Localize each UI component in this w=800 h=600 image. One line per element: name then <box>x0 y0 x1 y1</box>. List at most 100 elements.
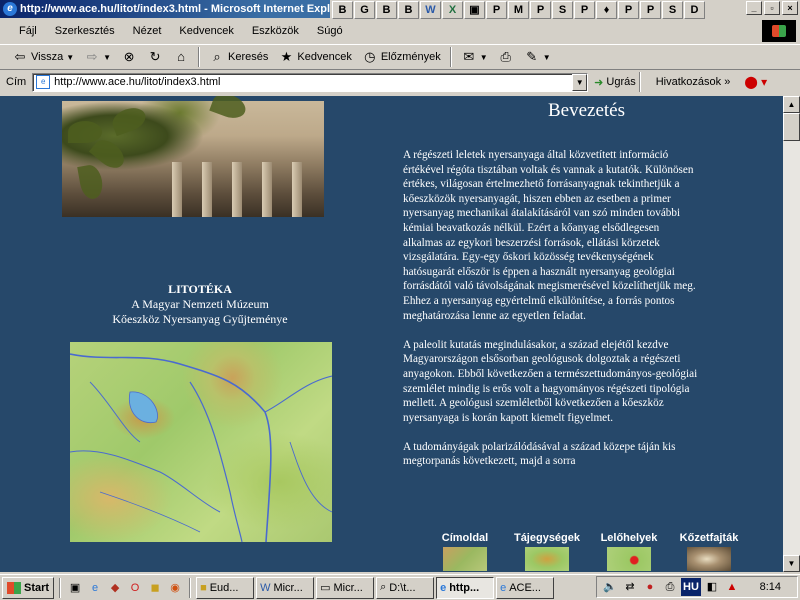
edit-button[interactable]: ✎ ▼ <box>520 47 555 67</box>
chevron-down-icon[interactable]: ▼ <box>543 53 551 62</box>
nav-regions-label[interactable]: Tájegységek <box>512 532 582 544</box>
vertical-scrollbar[interactable]: ▲ ▼ <box>783 96 800 572</box>
media-icon[interactable]: ◉ <box>166 579 184 597</box>
address-input[interactable]: e http://www.ace.hu/litot/index3.html ▼ <box>32 72 589 92</box>
network-icon[interactable]: ⇄ <box>621 578 639 596</box>
nav-sites-label[interactable]: Lelőhelyek <box>594 532 664 544</box>
tray-app-icon[interactable]: ◧ <box>703 578 721 596</box>
quick-launch-icon[interactable]: S <box>662 0 683 19</box>
chevron-down-icon[interactable]: ▼ <box>572 73 588 91</box>
menu-view[interactable]: Nézet <box>124 25 171 37</box>
nav-home[interactable]: Címoldal <box>430 532 500 571</box>
quick-launch-icon[interactable]: P <box>530 0 551 19</box>
outlook-icon[interactable]: ◆ <box>106 579 124 597</box>
nav-sites[interactable]: Lelőhelyek <box>594 532 664 571</box>
quick-launch-icon[interactable]: S <box>552 0 573 19</box>
search-button[interactable]: ⌕ Keresés <box>205 47 272 67</box>
mail-button[interactable]: ✉ ▼ <box>457 47 492 67</box>
chevron-down-icon[interactable]: ▼ <box>66 53 74 62</box>
taskbar-window[interactable]: ⌕ D:\t... <box>376 576 435 599</box>
quick-launch-icon[interactable]: ▣ <box>464 0 485 19</box>
quick-launch-icon[interactable]: B <box>332 0 353 19</box>
scrollbar-thumb[interactable] <box>783 113 800 141</box>
word-icon[interactable]: W <box>420 0 441 19</box>
quick-launch-icon[interactable]: G <box>354 0 375 19</box>
menu-tools[interactable]: Eszközök <box>243 25 308 37</box>
back-button[interactable]: ⇦ Vissza ▼ <box>8 47 78 67</box>
taskbar: Start ▣ e ◆ O ◼ ◉ ■ Eud... W Micr... ▭ Micr… <box>0 574 800 600</box>
menu-bar: Fájl Szerkesztés Nézet Kedvencek Eszközö… <box>0 20 760 42</box>
menu-help[interactable]: Súgó <box>308 25 352 37</box>
internet-explorer-icon[interactable]: e <box>86 579 104 597</box>
menu-edit[interactable]: Szerkesztés <box>46 25 124 37</box>
forward-button[interactable]: ⇨ ▼ <box>80 47 115 67</box>
quick-launch-icon[interactable]: B <box>376 0 397 19</box>
nav-home-thumbnail[interactable] <box>443 547 487 571</box>
maximize-button[interactable]: ▫ <box>764 1 780 15</box>
taskbar-separator <box>59 577 62 598</box>
mail-icon: ✉ <box>463 49 475 64</box>
taskbar-window[interactable]: e ACE... <box>496 576 555 599</box>
minimize-button[interactable]: _ <box>746 1 762 15</box>
forward-arrow-icon: ⇨ <box>86 49 98 64</box>
search-label: Keresés <box>228 51 269 63</box>
scroll-down-button[interactable]: ▼ <box>783 555 800 572</box>
language-indicator[interactable]: HU <box>681 578 701 596</box>
excel-icon[interactable]: X <box>442 0 463 19</box>
volume-icon[interactable]: 🔈 <box>601 578 619 596</box>
nav-rock-types-label[interactable]: Kőzetfajták <box>674 532 744 544</box>
folder-icon: ■ <box>200 581 207 594</box>
acrobat-icon[interactable]: ▲ <box>723 578 741 596</box>
quick-launch-icon[interactable]: M <box>508 0 529 19</box>
history-button[interactable]: ◷ Előzmények <box>358 47 445 67</box>
window-title-bar[interactable]: e http://www.ace.hu/litot/index3.html - … <box>0 0 330 18</box>
show-desktop-icon[interactable]: ▣ <box>66 579 84 597</box>
taskbar-window[interactable]: W Micr... <box>256 576 315 599</box>
chevron-down-icon[interactable]: ▼ <box>480 53 488 62</box>
quick-launch-icon[interactable]: D <box>684 0 705 19</box>
hungary-map[interactable] <box>70 342 332 542</box>
nav-regions[interactable]: Tájegységek <box>512 532 582 571</box>
start-button[interactable]: Start <box>2 576 55 599</box>
nav-sites-thumbnail[interactable] <box>607 547 651 571</box>
nav-rock-types-thumbnail[interactable] <box>687 547 731 571</box>
go-button[interactable]: ➜ Ugrás <box>594 76 636 89</box>
acrobat-icon[interactable]: ⬤ ▾ <box>744 75 767 89</box>
address-url[interactable]: http://www.ace.hu/litot/index3.html <box>54 76 220 88</box>
chevron-down-icon[interactable]: ▼ <box>103 53 111 62</box>
quick-launch-icon[interactable]: ♦ <box>596 0 617 19</box>
folder-icon[interactable]: ◼ <box>146 579 164 597</box>
bottom-navigation: Címoldal Tájegységek Lelőhelyek Kőzetfaj… <box>442 532 748 572</box>
links-button[interactable]: Hivatkozások » <box>656 76 731 88</box>
favorites-label: Kedvencek <box>297 51 352 63</box>
scroll-up-button[interactable]: ▲ <box>783 96 800 113</box>
toolbar-separator <box>449 47 452 67</box>
taskbar-window[interactable]: ■ Eud... <box>196 576 255 599</box>
taskbar-window-active[interactable]: e http... <box>436 576 495 599</box>
task-label: Micr... <box>333 581 363 594</box>
printer-icon: ⎙ <box>500 49 511 64</box>
print-button[interactable]: ⎙ <box>494 47 518 67</box>
menu-file[interactable]: Fájl <box>10 25 46 37</box>
refresh-button[interactable]: ↻ <box>143 47 167 67</box>
word-icon: W <box>260 581 271 594</box>
address-label: Cím <box>6 76 27 88</box>
antivirus-icon[interactable]: ● <box>641 578 659 596</box>
close-button[interactable]: × <box>782 1 798 15</box>
printer-icon[interactable]: ⎙ <box>661 578 679 596</box>
quick-launch-icon[interactable]: P <box>618 0 639 19</box>
quick-launch-icon[interactable]: P <box>486 0 507 19</box>
taskbar-window[interactable]: ▭ Micr... <box>316 576 375 599</box>
nav-regions-thumbnail[interactable] <box>525 547 569 571</box>
stop-button[interactable]: ⊗ <box>117 47 141 67</box>
opera-icon[interactable]: O <box>126 579 144 597</box>
quick-launch-icon[interactable]: B <box>398 0 419 19</box>
nav-rock-types[interactable]: Kőzetfajták <box>674 532 744 571</box>
favorites-button[interactable]: ★ Kedvencek <box>274 47 355 67</box>
quick-launch-icon[interactable]: P <box>640 0 661 19</box>
menu-favorites[interactable]: Kedvencek <box>170 25 242 37</box>
article-body: A régészeti leletek nyersanyaga által kö… <box>403 148 699 484</box>
quick-launch-icon[interactable]: P <box>574 0 595 19</box>
nav-home-label[interactable]: Címoldal <box>430 532 500 544</box>
home-button[interactable]: ⌂ <box>169 47 193 67</box>
